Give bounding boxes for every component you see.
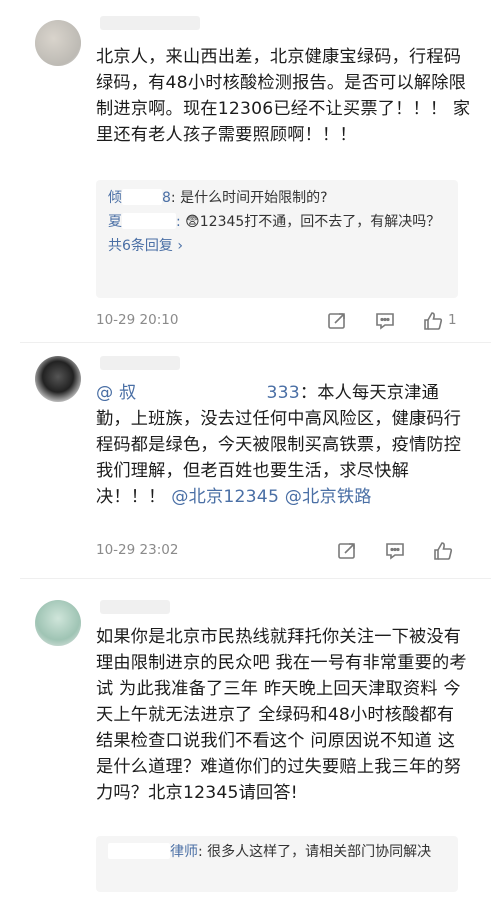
- reply-text: 😨12345打不通，回不去了，有解决吗？: [185, 214, 441, 230]
- reply-author[interactable]: 律师: [108, 843, 198, 860]
- comment-footer: 10-29 20:10 1: [96, 310, 466, 332]
- reply-author[interactable]: 夏:: [108, 213, 181, 230]
- comment-text: @ 叔 333：本人每天京津通勤，上班族，没去过任何中高风险区，健康码行程码都是绿…: [96, 383, 462, 507]
- comment-icon[interactable]: [374, 310, 396, 332]
- like-icon[interactable]: [422, 310, 444, 332]
- divider: [20, 578, 491, 579]
- share-icon[interactable]: [336, 540, 358, 562]
- reply-text: : 很多人这样了，请相关部门协同解决: [198, 844, 432, 860]
- reply-item[interactable]: 律师: 很多人这样了，请相关部门协同解决: [96, 836, 458, 864]
- like-count: 1: [448, 312, 457, 328]
- comment-footer: 10-29 23:02: [96, 540, 466, 562]
- reply-item[interactable]: 倾 8: 是什么时间开始限制的?: [96, 180, 458, 210]
- comment-text: 北京人，来山西出差，北京健康宝绿码，行程码绿码，有48小时核酸检测报告。是否可以…: [96, 47, 471, 145]
- comment-text: 如果你是北京市民热线就拜托你关注一下被没有理由限制进京的民众吧 我在一号有非常重…: [96, 627, 467, 803]
- avatar[interactable]: [35, 600, 81, 646]
- avatar[interactable]: [35, 20, 81, 66]
- username-blurred[interactable]: [100, 600, 170, 614]
- mention-user[interactable]: @ 叔 333: [96, 383, 300, 403]
- comment-icon[interactable]: [384, 540, 406, 562]
- like-icon[interactable]: [432, 540, 454, 562]
- reply-author[interactable]: 倾8: [108, 189, 171, 206]
- timestamp: 10-29 20:10: [96, 312, 179, 328]
- more-replies-link[interactable]: 共6条回复 ›: [96, 234, 458, 258]
- mention-link[interactable]: @北京12345: [171, 487, 279, 507]
- username-blurred[interactable]: [100, 356, 180, 370]
- reply-item[interactable]: 夏: 😨12345打不通，回不去了，有解决吗？: [96, 210, 458, 234]
- username-blurred[interactable]: [100, 16, 200, 30]
- reply-thread: 律师: 很多人这样了，请相关部门协同解决: [96, 836, 458, 892]
- share-icon[interactable]: [326, 310, 348, 332]
- divider: [20, 342, 491, 343]
- mention-link[interactable]: @北京铁路: [285, 487, 372, 507]
- reply-text: : 是什么时间开始限制的?: [170, 190, 328, 206]
- timestamp: 10-29 23:02: [96, 542, 179, 558]
- reply-thread: 倾 8: 是什么时间开始限制的? 夏: 😨12345打不通，回不去了，有解决吗？ …: [96, 180, 458, 298]
- avatar[interactable]: [35, 356, 81, 402]
